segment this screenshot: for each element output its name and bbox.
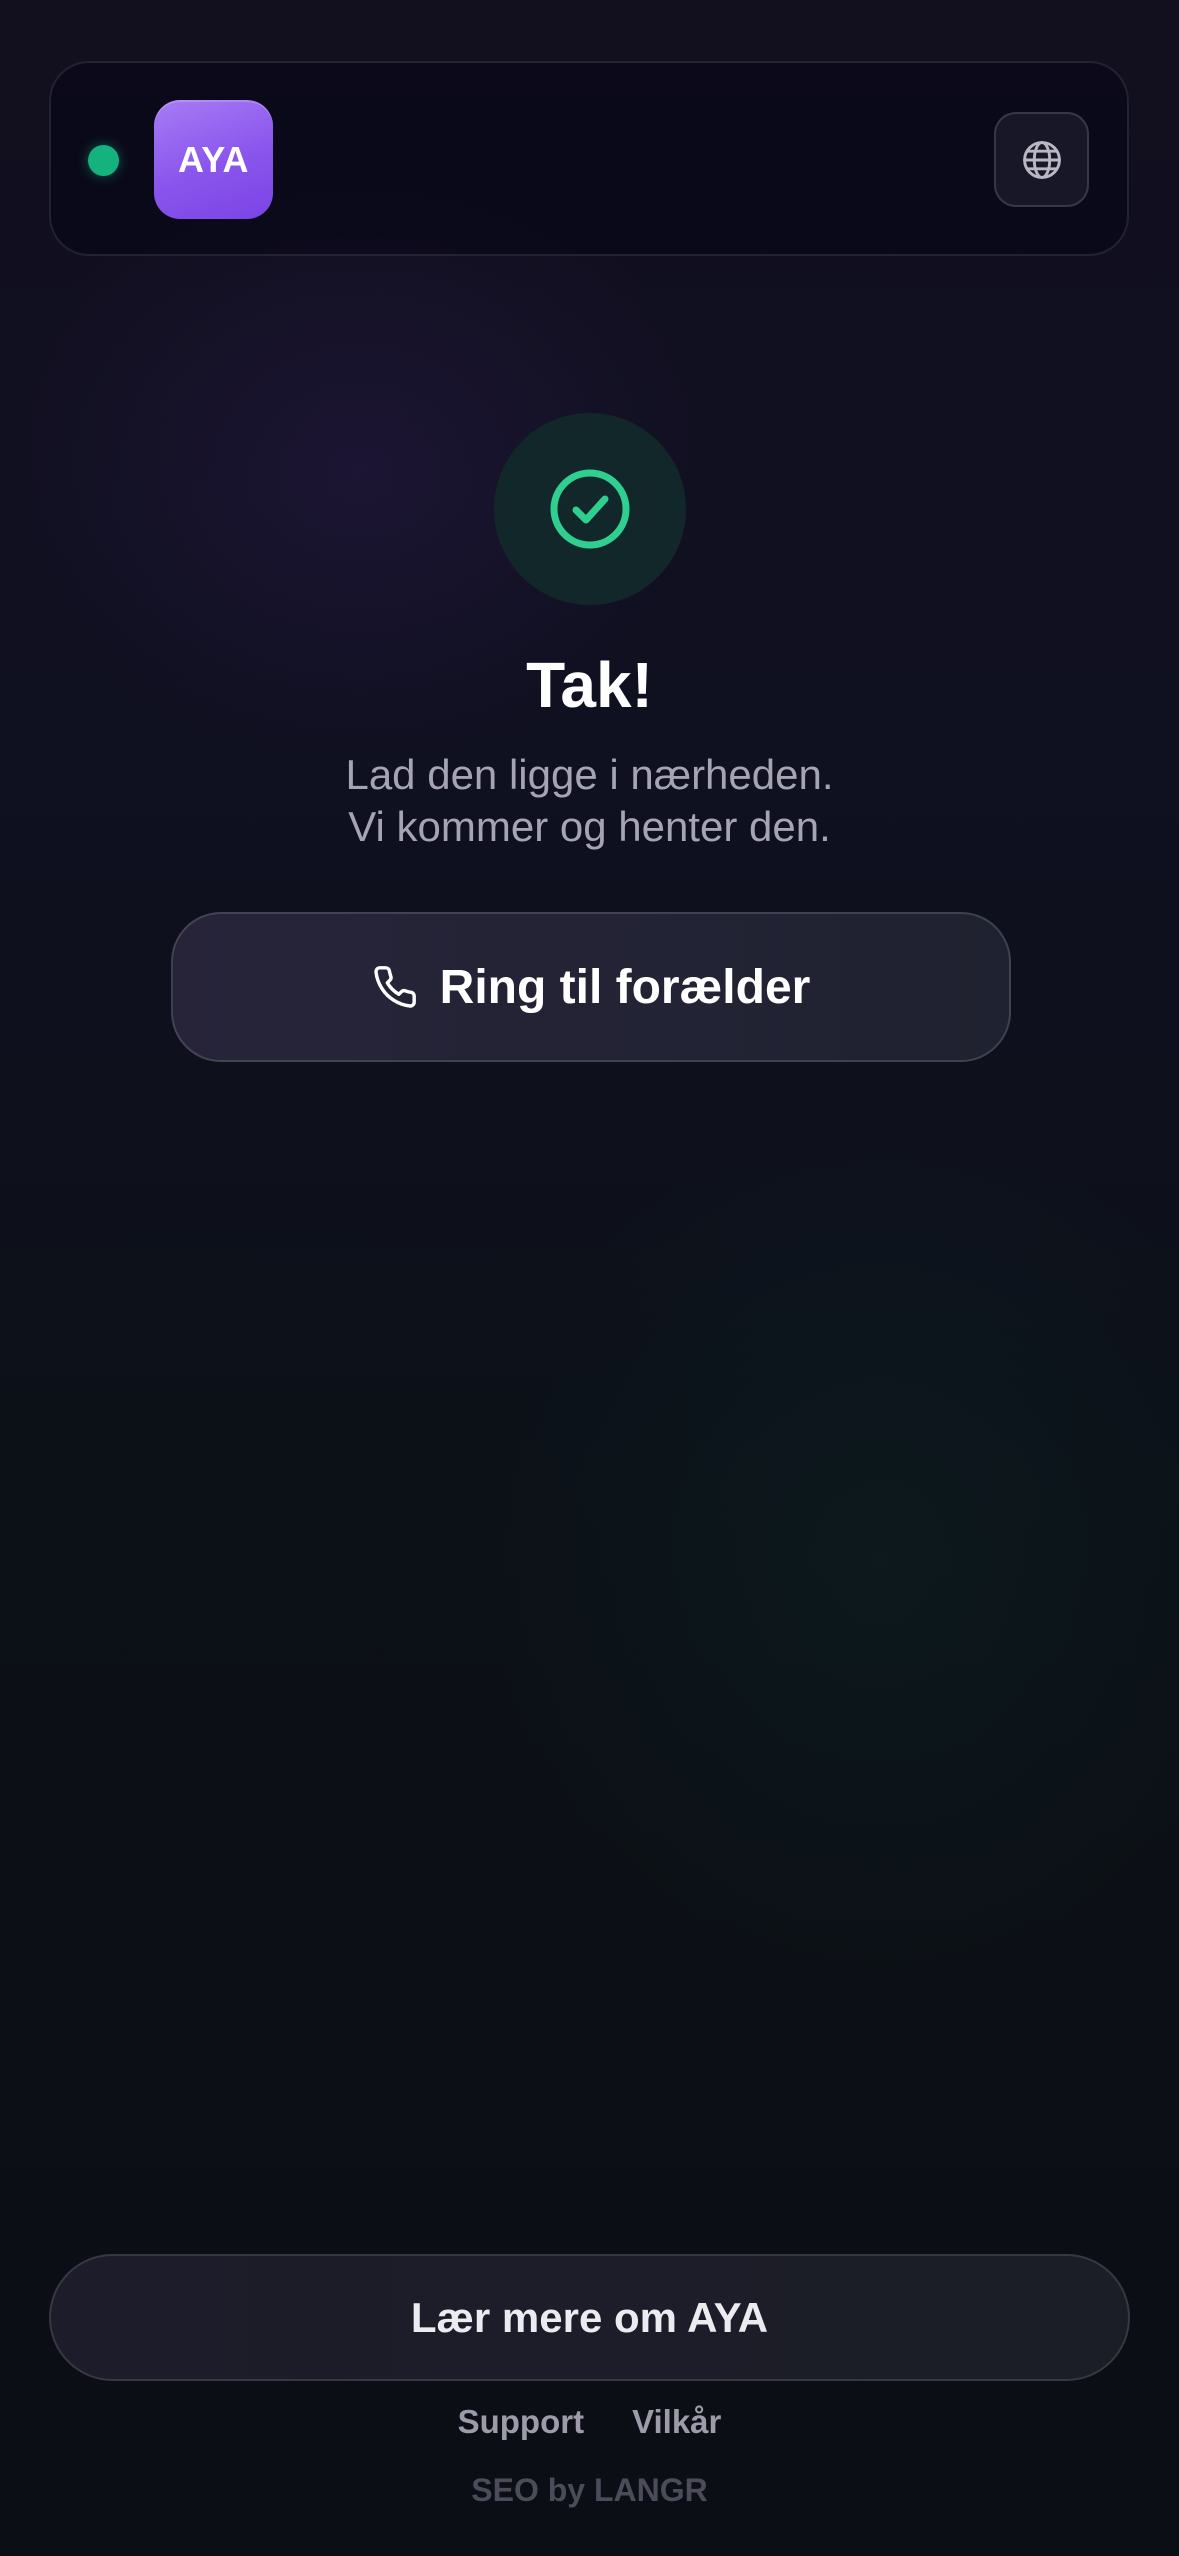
globe-icon <box>1020 138 1064 182</box>
app-logo: AYA <box>154 100 273 219</box>
language-button[interactable] <box>994 112 1089 207</box>
page-title: Tak! <box>526 649 653 721</box>
learn-more-button[interactable]: Lær mere om AYA <box>49 2254 1130 2381</box>
call-parent-button[interactable]: Ring til forælder <box>171 912 1011 1062</box>
phone-icon <box>372 964 418 1010</box>
subtitle-line-1: Lad den ligge i nærheden. <box>345 751 834 798</box>
subtitle-line-2: Vi kommer og henter den. <box>348 803 831 850</box>
terms-link[interactable]: Vilkår <box>632 2403 721 2441</box>
check-circle-icon <box>549 468 631 550</box>
call-button-label: Ring til forælder <box>439 960 811 1014</box>
credit-text: SEO by LANGR <box>471 2472 708 2508</box>
success-badge <box>494 413 686 605</box>
footer-links: Support Vilkår <box>0 2403 1179 2441</box>
support-link[interactable]: Support <box>458 2403 584 2441</box>
status-indicator <box>88 145 119 176</box>
top-bar: AYA <box>49 61 1129 256</box>
